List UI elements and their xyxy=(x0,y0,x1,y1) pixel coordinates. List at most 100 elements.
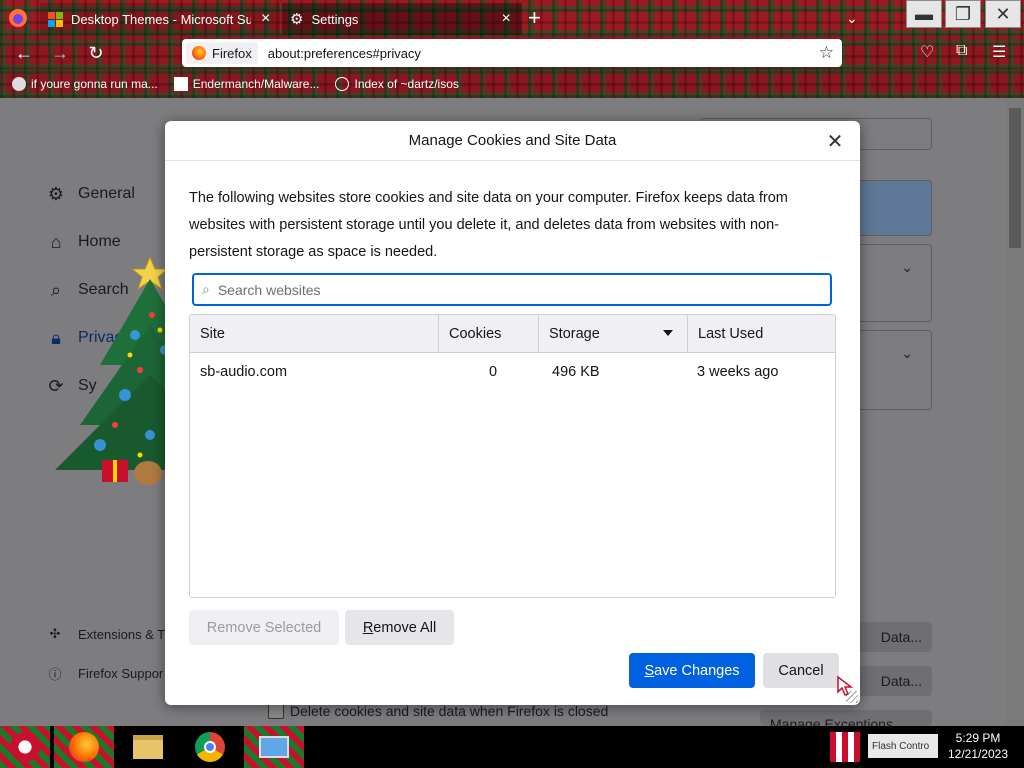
sidebar-extensions-link[interactable]: ✣ Extensions & T xyxy=(46,626,166,642)
reload-button[interactable]: ↻ xyxy=(84,42,108,64)
identity-box[interactable]: Firefox xyxy=(186,42,258,64)
new-tab-button[interactable]: + xyxy=(528,7,541,29)
restore-button[interactable]: ❐ xyxy=(945,0,981,28)
remove-selected-button[interactable]: Remove Selected xyxy=(189,610,339,645)
page-scrollbar[interactable] xyxy=(1006,98,1024,726)
sidebar-support-link[interactable]: ⓘ Firefox Suppor xyxy=(46,664,163,683)
column-header-label: Storage xyxy=(549,325,600,342)
bookmark-favicon-icon xyxy=(12,77,26,91)
checkbox-label: Delete cookies and site data when Firefo… xyxy=(290,703,609,719)
identity-label: Firefox xyxy=(212,45,252,61)
bookmark-star-icon[interactable]: ☆ xyxy=(819,43,834,63)
button-label: Data... xyxy=(880,673,922,689)
sidebar-link-label: Extensions & T xyxy=(78,626,166,642)
bookmarks-toolbar: if youre gonna run ma... Endermanch/Malw… xyxy=(0,70,1024,98)
bookmark-item[interactable]: if youre gonna run ma... xyxy=(12,77,158,91)
hamburger-menu-icon[interactable]: ☰ xyxy=(992,42,1006,62)
firefox-menu-icon[interactable] xyxy=(6,6,30,30)
forward-button[interactable]: → xyxy=(48,42,72,64)
sidebar-item-general[interactable]: ⚙ General xyxy=(44,182,135,206)
gear-icon: ⚙ xyxy=(290,11,304,28)
taskbar: Flash Contro 5:29 PM 12/21/2023 xyxy=(0,726,1024,768)
bookmark-label: Index of ~dartz/isos xyxy=(354,77,459,91)
cell-cookies: 0 xyxy=(488,364,498,380)
clock-date: 12/21/2023 xyxy=(947,747,1009,761)
tray-label: Flash Contro xyxy=(872,740,930,752)
firefox-icon xyxy=(69,732,99,762)
help-icon: ⓘ xyxy=(48,667,62,682)
sidebar-link-label: Firefox Suppor xyxy=(78,666,164,681)
column-header-last-used[interactable]: Last Used xyxy=(687,315,835,352)
taskbar-chrome[interactable] xyxy=(180,726,240,768)
tab-settings[interactable]: ⚙ Settings × xyxy=(282,3,522,35)
sidebar-item-label: General xyxy=(78,185,135,202)
dialog-description: The following websites store cookies and… xyxy=(189,190,788,260)
cell-storage: 496 KB xyxy=(552,364,600,380)
tray-flag-icon[interactable] xyxy=(830,732,860,762)
start-button[interactable] xyxy=(0,726,50,768)
cancel-button[interactable]: Cancel xyxy=(763,653,839,688)
button-label: Data... xyxy=(880,629,922,645)
tab-label: Desktop Themes - Microsoft Supp xyxy=(71,11,251,27)
cell-last-used: 3 weeks ago xyxy=(697,364,779,380)
home-icon: ⌂ xyxy=(50,231,62,252)
checkbox-box[interactable] xyxy=(268,703,284,719)
manage-exceptions-button[interactable]: Manage Exceptions... xyxy=(760,710,932,726)
button-label: Cancel xyxy=(778,662,824,679)
firefox-icon xyxy=(192,46,206,60)
taskbar-file-explorer[interactable] xyxy=(118,726,178,768)
extensions-icon[interactable]: ⧉ xyxy=(956,42,967,60)
manage-cookies-dialog: Manage Cookies and Site Data ✕ The follo… xyxy=(165,121,860,705)
accesskey-letter: S xyxy=(644,662,655,679)
button-label: Remove Selected xyxy=(206,619,322,636)
button-label: Manage Exceptions... xyxy=(770,716,905,726)
remote-desktop-icon xyxy=(259,736,289,758)
system-clock[interactable]: 5:29 PM 12/21/2023 xyxy=(946,730,1010,762)
url-text[interactable]: about:preferences#privacy xyxy=(268,46,421,61)
santa-start-icon xyxy=(10,732,40,762)
search-websites-field[interactable]: ⌕ xyxy=(192,273,832,306)
search-icon: ⌕ xyxy=(202,281,210,297)
chrome-icon xyxy=(195,732,225,762)
mouse-cursor-icon xyxy=(836,675,854,702)
pocket-icon[interactable]: ♡ xyxy=(920,42,934,62)
tab-desktop-themes[interactable]: Desktop Themes - Microsoft Supp × xyxy=(40,3,280,35)
puzzle-icon: ✣ xyxy=(49,626,61,641)
button-label: emove All xyxy=(373,619,437,636)
taskbar-remote-desktop[interactable] xyxy=(244,726,304,768)
sidebar-item-home[interactable]: ⌂ Home xyxy=(44,230,121,254)
chevron-down-icon: ⌄ xyxy=(901,259,913,275)
column-header-storage[interactable]: Storage xyxy=(538,315,687,352)
dialog-title: Manage Cookies and Site Data xyxy=(408,132,617,149)
page-icon xyxy=(173,77,188,91)
close-window-button[interactable]: ✕ xyxy=(985,0,1021,28)
delete-on-close-checkbox[interactable]: Delete cookies and site data when Firefo… xyxy=(268,703,608,719)
table-row[interactable]: sb-audio.com 0 496 KB 3 weeks ago xyxy=(190,353,835,391)
search-input[interactable] xyxy=(217,281,798,298)
list-all-tabs-icon[interactable]: ⌄ xyxy=(846,10,858,27)
close-tab-icon[interactable]: × xyxy=(501,11,510,27)
cell-site: sb-audio.com xyxy=(200,364,288,380)
column-header-cookies[interactable]: Cookies xyxy=(438,315,538,352)
bookmark-item[interactable]: Endermanch/Malware... xyxy=(173,77,319,91)
bookmark-item[interactable]: Index of ~dartz/isos xyxy=(335,77,459,91)
taskbar-firefox[interactable] xyxy=(54,726,114,768)
url-bar[interactable]: Firefox about:preferences#privacy ☆ xyxy=(182,39,842,67)
close-icon[interactable]: ✕ xyxy=(822,129,848,155)
scrollbar-thumb[interactable] xyxy=(1009,108,1021,248)
back-button[interactable]: ← xyxy=(12,42,36,64)
column-header-site[interactable]: Site xyxy=(190,315,438,352)
tray-flash-control[interactable]: Flash Contro xyxy=(868,734,938,758)
clock-time: 5:29 PM xyxy=(955,731,1001,745)
tab-label: Settings xyxy=(311,11,359,27)
save-changes-button[interactable]: Save Changes xyxy=(629,653,755,688)
title-bar: Desktop Themes - Microsoft Supp × ⚙ Sett… xyxy=(0,0,1024,36)
globe-icon xyxy=(335,77,350,91)
close-tab-icon[interactable]: × xyxy=(261,11,270,27)
minimize-button[interactable]: ▬ xyxy=(906,0,942,28)
remove-all-button[interactable]: Remove All xyxy=(345,610,454,645)
nav-bar: ← → ↻ Firefox about:preferences#privacy … xyxy=(0,36,1024,70)
button-label: ave Changes xyxy=(654,662,740,679)
divider xyxy=(165,160,860,161)
sort-descending-icon xyxy=(663,330,673,336)
